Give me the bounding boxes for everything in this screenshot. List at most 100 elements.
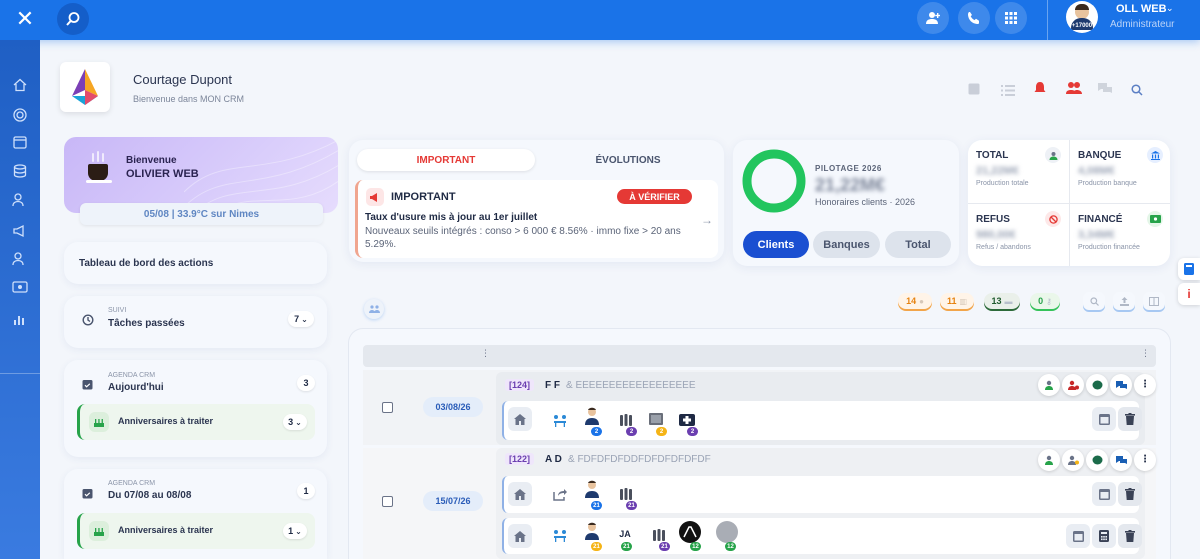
user-pending-button[interactable]	[1062, 449, 1084, 471]
database-icon[interactable]	[9, 160, 31, 182]
stat-total[interactable]: TOTAL 21,22M€ Production totale	[968, 140, 1069, 203]
megaphone-icon[interactable]	[9, 220, 31, 242]
agenda-overline: AGENDA CRM	[108, 480, 156, 487]
brain-button[interactable]	[1086, 374, 1108, 396]
bell-icon[interactable]	[1033, 81, 1047, 100]
agenda-title: Du 07/08 au 08/08	[108, 490, 192, 501]
group-toggle-button[interactable]	[364, 299, 384, 319]
chat-button[interactable]	[1110, 449, 1132, 471]
info-button[interactable]: i	[1178, 283, 1200, 305]
client-button[interactable]	[1038, 374, 1060, 396]
calendar-user-icon[interactable]	[9, 131, 31, 153]
chevron-down-icon[interactable]: ⌄	[1166, 3, 1174, 14]
suivi-card[interactable]: SUIVI Tâches passées 7 ⌄	[64, 296, 327, 348]
columns-button[interactable]	[1143, 292, 1165, 310]
filter-keys[interactable]: 0 ⚷	[1030, 293, 1060, 309]
team-icon[interactable]	[9, 248, 31, 270]
brain-button[interactable]	[1086, 449, 1108, 471]
news-body: Nouveaux seuils intégrés : conso > 6 000…	[365, 226, 681, 250]
search-icon[interactable]	[1131, 83, 1143, 101]
tab-important[interactable]: IMPORTANT	[357, 149, 535, 171]
close-icon[interactable]: ✕	[14, 7, 36, 31]
avatar[interactable]: +17000	[1066, 1, 1098, 33]
record-id: [122]	[505, 453, 535, 465]
chat-icon	[1115, 380, 1127, 389]
stat-finance[interactable]: FINANCÉ 3,34M€ Production financée	[1070, 204, 1170, 266]
client-name: & FDFDFDFDDFDFDFDFDFDF	[568, 454, 711, 465]
filter-clients[interactable]: 14 ●	[898, 293, 932, 309]
column-menu-icon[interactable]: ⋮	[1141, 349, 1150, 358]
row-checkbox[interactable]	[382, 402, 393, 413]
more-button[interactable]: ⋮	[1134, 374, 1156, 396]
welcome-card: Bienvenue OLIVIER WEB	[64, 137, 338, 213]
chat-button[interactable]	[1110, 374, 1132, 396]
users-alert-icon[interactable]	[1066, 81, 1082, 99]
row-detail[interactable]: [122] A D & FDFDFDFDDFDFDFDFDFDF ⋮ 21 21…	[496, 448, 1156, 559]
search-icon	[66, 12, 80, 26]
users-icon[interactable]	[9, 189, 31, 211]
calendar-icon[interactable]	[968, 82, 980, 100]
sidebar-divider	[0, 373, 40, 374]
tab-banques[interactable]: Banques	[813, 231, 880, 258]
target-icon[interactable]	[9, 104, 31, 126]
filter-banques[interactable]: 11 ▥	[940, 293, 974, 309]
calendar-button[interactable]	[1066, 524, 1090, 548]
user-icon	[1045, 147, 1061, 163]
company-name: Courtage Dupont	[133, 72, 233, 87]
pilotage-caption: Honoraires clients · 2026	[815, 197, 916, 207]
apps-button[interactable]	[995, 2, 1027, 34]
birthdays-count-dropdown[interactable]: 1 ⌄	[283, 523, 307, 539]
birthdays-row[interactable]: Anniversaires à traiter 3 ⌄	[77, 404, 315, 440]
delete-button[interactable]	[1118, 407, 1142, 431]
calculator-button[interactable]	[1092, 524, 1116, 548]
home-button[interactable]	[508, 524, 532, 548]
delete-button[interactable]	[1118, 524, 1142, 548]
bank-icon	[1147, 147, 1163, 163]
home-button[interactable]	[508, 407, 532, 431]
chat-icon[interactable]	[1097, 82, 1113, 100]
stat-banque[interactable]: BANQUE 4,08M€ Production banque	[1070, 140, 1170, 203]
arrow-right-icon[interactable]: →	[701, 213, 713, 227]
search-button[interactable]	[57, 3, 89, 35]
more-button[interactable]: ⋮	[1134, 449, 1156, 471]
news-item[interactable]: IMPORTANT À VÉRIFIER Taux d'usure mis à …	[355, 180, 718, 258]
ja-label: JA	[619, 529, 631, 539]
insurer-logo	[716, 521, 738, 543]
suivi-count-dropdown[interactable]: 7 ⌄	[288, 311, 314, 327]
birthdays-label: Anniversaires à traiter	[118, 416, 214, 426]
more-icon: ⋮	[1140, 379, 1150, 390]
phone-button[interactable]	[958, 2, 990, 34]
home-button[interactable]	[508, 482, 532, 506]
tab-total[interactable]: Total	[885, 231, 951, 258]
tab-evolutions[interactable]: ÉVOLUTIONS	[539, 149, 717, 171]
money-icon[interactable]	[9, 276, 31, 298]
calendar-button[interactable]	[1092, 482, 1116, 506]
more-icon: ⋮	[1140, 454, 1150, 465]
dashboard-card[interactable]: Tableau de bord des actions	[64, 242, 327, 284]
search-table-button[interactable]	[1083, 292, 1105, 310]
remove-user-button[interactable]	[1062, 374, 1084, 396]
export-button[interactable]	[1113, 292, 1135, 310]
filter-messages[interactable]: 13 ▬	[984, 293, 1020, 309]
client-button[interactable]	[1038, 449, 1060, 471]
user-name[interactable]: OLL WEB	[1116, 3, 1167, 15]
add-user-button[interactable]	[917, 2, 949, 34]
stat-refus[interactable]: REFUS 980,00€ Refus / abandons	[968, 204, 1069, 266]
row-checkbox[interactable]	[382, 496, 393, 507]
calculator-button[interactable]	[1178, 258, 1200, 280]
agenda-today-card: AGENDA CRM Aujourd'hui 3 Anniversaires à…	[64, 360, 327, 457]
delete-button[interactable]	[1118, 482, 1142, 506]
home-icon[interactable]	[9, 74, 31, 96]
client-name: & EEEEEEEEEEEEEEEEEE	[566, 380, 696, 391]
birthdays-count-dropdown[interactable]: 3 ⌄	[283, 414, 307, 430]
home-icon	[514, 413, 526, 425]
home-icon	[514, 488, 526, 500]
tab-clients[interactable]: Clients	[743, 231, 809, 258]
row-detail[interactable]: [124] F F & EEEEEEEEEEEEEEEEEE ⋮ 2 2 2 2	[496, 372, 1156, 445]
birthdays-row[interactable]: Anniversaires à traiter 1 ⌄	[77, 513, 315, 549]
chart-icon[interactable]	[9, 308, 31, 330]
info-icon: i	[1187, 287, 1191, 301]
tasks-icon[interactable]	[1001, 83, 1015, 101]
calendar-button[interactable]	[1092, 407, 1116, 431]
column-menu-icon[interactable]: ⋮	[481, 349, 490, 358]
